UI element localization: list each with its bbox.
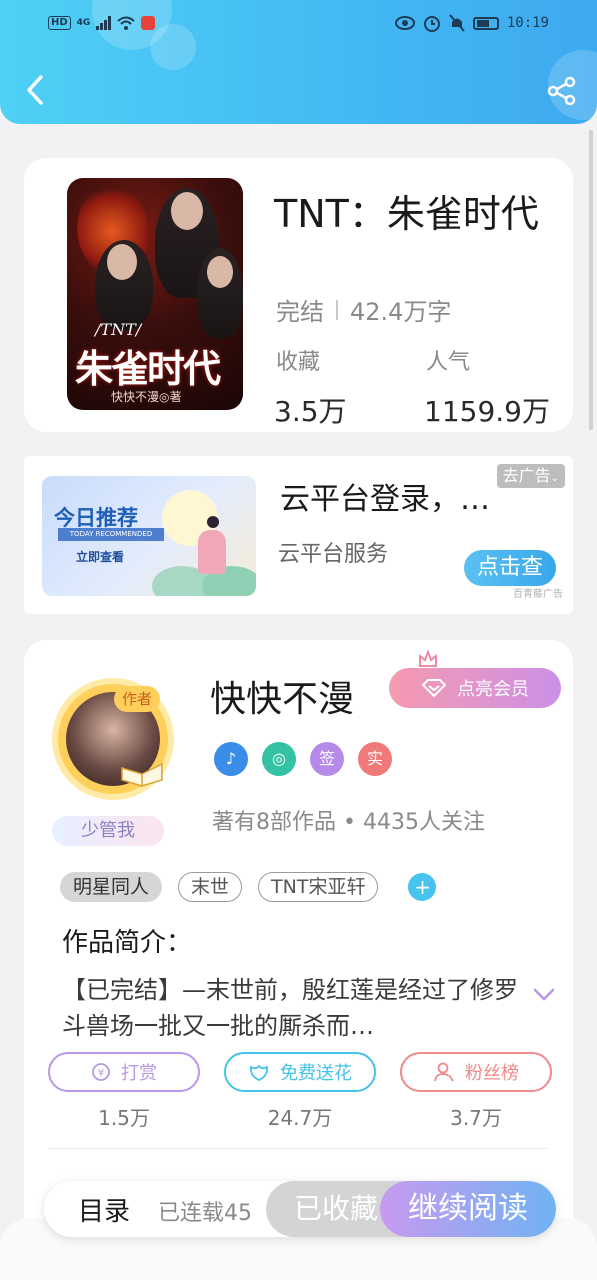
music-note-icon[interactable]: ♪ <box>214 742 248 776</box>
signal-type: 4G <box>76 18 91 28</box>
cover-author: 快快不漫◎著 <box>111 390 182 404</box>
crown-icon <box>419 650 437 667</box>
svg-text:¥: ¥ <box>98 1068 104 1079</box>
favorites-label: 收藏 <box>276 350 321 375</box>
flower-count: 24.7万 <box>267 1106 333 1130</box>
vip-label: 点亮会员 <box>457 679 529 700</box>
share-icon <box>547 76 576 106</box>
tip-label: 打赏 <box>121 1063 157 1084</box>
verified-icon[interactable]: 实 <box>358 742 392 776</box>
flower-icon <box>250 1064 268 1081</box>
top-header: HD 4G 10:19 <box>0 0 597 124</box>
tag-item[interactable]: 末世 <box>178 872 243 902</box>
diamond-icon <box>421 679 447 698</box>
chevron-down-icon: ⌄ <box>550 473 559 484</box>
scrollbar[interactable] <box>589 130 593 430</box>
eye-icon <box>394 16 415 30</box>
author-info: 著有8部作品 • 4435人关注 <box>212 810 485 835</box>
popularity-value: 1159.9万 <box>424 395 550 428</box>
book-icon <box>121 762 163 787</box>
ad-source: 百青藤广告 <box>513 589 563 600</box>
intro-title: 作品简介： <box>62 928 193 958</box>
bottom-action-bar: 目录 已连载45 已收藏 继续阅读 <box>44 1181 556 1237</box>
book-cover[interactable]: /TNT/ 朱雀时代 快快不漫◎著 <box>67 178 243 410</box>
ad-image-subtitle: TODAY RECOMMENDED <box>58 528 164 541</box>
battery-icon <box>472 16 499 30</box>
continue-reading-button[interactable]: 继续阅读 <box>380 1181 556 1237</box>
status-time: 10:19 <box>506 15 549 31</box>
handshake-icon[interactable]: ◎ <box>262 742 296 776</box>
ad-image-cta: 立即查看 <box>76 550 125 564</box>
fans-icon <box>434 1062 454 1082</box>
back-button[interactable] <box>20 72 50 108</box>
mute-icon <box>449 14 465 32</box>
author-tag: 作者 <box>114 686 160 712</box>
network-badge: HD <box>48 16 71 30</box>
sign-icon[interactable]: 签 <box>310 742 344 776</box>
author-name[interactable]: 快快不漫 <box>210 670 354 722</box>
divider <box>48 1148 548 1149</box>
ad-subtitle: 云平台服务 <box>278 542 389 567</box>
send-flower-button[interactable]: 免费送花 <box>224 1052 376 1092</box>
send-flower-label: 免费送花 <box>280 1063 352 1084</box>
share-button[interactable] <box>547 76 577 106</box>
remove-ad-label: 去广告 <box>502 466 551 485</box>
ad-illustration <box>198 516 228 586</box>
ad-action-button[interactable]: 点击查 <box>464 550 556 586</box>
toc-button[interactable]: 目录 <box>78 1191 130 1228</box>
ad-title: 云平台登录，… <box>280 482 490 517</box>
serial-status[interactable]: 已连载45 <box>158 1195 252 1227</box>
chevron-left-icon <box>27 75 43 105</box>
fans-count: 3.7万 <box>450 1106 502 1130</box>
ad-image[interactable]: 今日推荐 TODAY RECOMMENDED 立即查看 <box>42 476 256 596</box>
status-bar: HD 4G 10:19 <box>0 10 597 36</box>
cover-title: 朱雀时代 <box>75 346 221 391</box>
popularity-label: 人气 <box>426 350 471 375</box>
signal-icon <box>96 16 112 30</box>
book-title: TNT：朱雀时代 <box>274 192 539 236</box>
word-count: 42.4万字 <box>350 298 452 326</box>
book-status: 完结 <box>276 298 324 326</box>
cover-series: /TNT/ <box>95 320 142 339</box>
book-meta: 完结 42.4万字 <box>276 292 451 327</box>
chevron-down-icon[interactable] <box>533 988 555 1002</box>
tip-count: 1.5万 <box>98 1106 150 1130</box>
ad-card[interactable]: 今日推荐 TODAY RECOMMENDED 立即查看 云平台登录，… 云平台服… <box>24 456 573 614</box>
wifi-icon <box>117 16 135 30</box>
fans-ranking-label: 粉丝榜 <box>465 1063 519 1084</box>
tag-item[interactable]: TNT宋亚轩 <box>258 872 379 902</box>
favorites-value: 3.5万 <box>274 395 347 428</box>
tag-list: 明星同人 末世 TNT宋亚轩 + <box>60 872 437 902</box>
fan-badge[interactable]: 少管我 <box>52 816 164 846</box>
remove-ad-button[interactable]: 去广告⌄ <box>496 464 565 488</box>
vip-button[interactable]: 点亮会员 <box>389 668 561 708</box>
app-notification-icon <box>141 16 156 30</box>
tip-button[interactable]: ¥ 打赏 <box>48 1052 200 1092</box>
fans-ranking-button[interactable]: 粉丝榜 <box>400 1052 552 1092</box>
coin-icon: ¥ <box>92 1063 110 1081</box>
action-row: ¥ 打赏 免费送花 粉丝榜 <box>48 1052 552 1092</box>
add-tag-button[interactable]: + <box>408 873 437 901</box>
intro-text[interactable]: 【已完结】—末世前，殷红莲是经过了修罗斗兽场一批又一批的厮杀而… <box>62 972 532 1044</box>
book-info-card: /TNT/ 朱雀时代 快快不漫◎著 TNT：朱雀时代 完结 42.4万字 收藏 … <box>24 158 573 432</box>
author-badges: ♪ ◎ 签 实 <box>214 742 392 776</box>
meta-divider <box>336 299 338 320</box>
tag-item[interactable]: 明星同人 <box>60 872 163 902</box>
alarm-icon <box>423 16 440 32</box>
